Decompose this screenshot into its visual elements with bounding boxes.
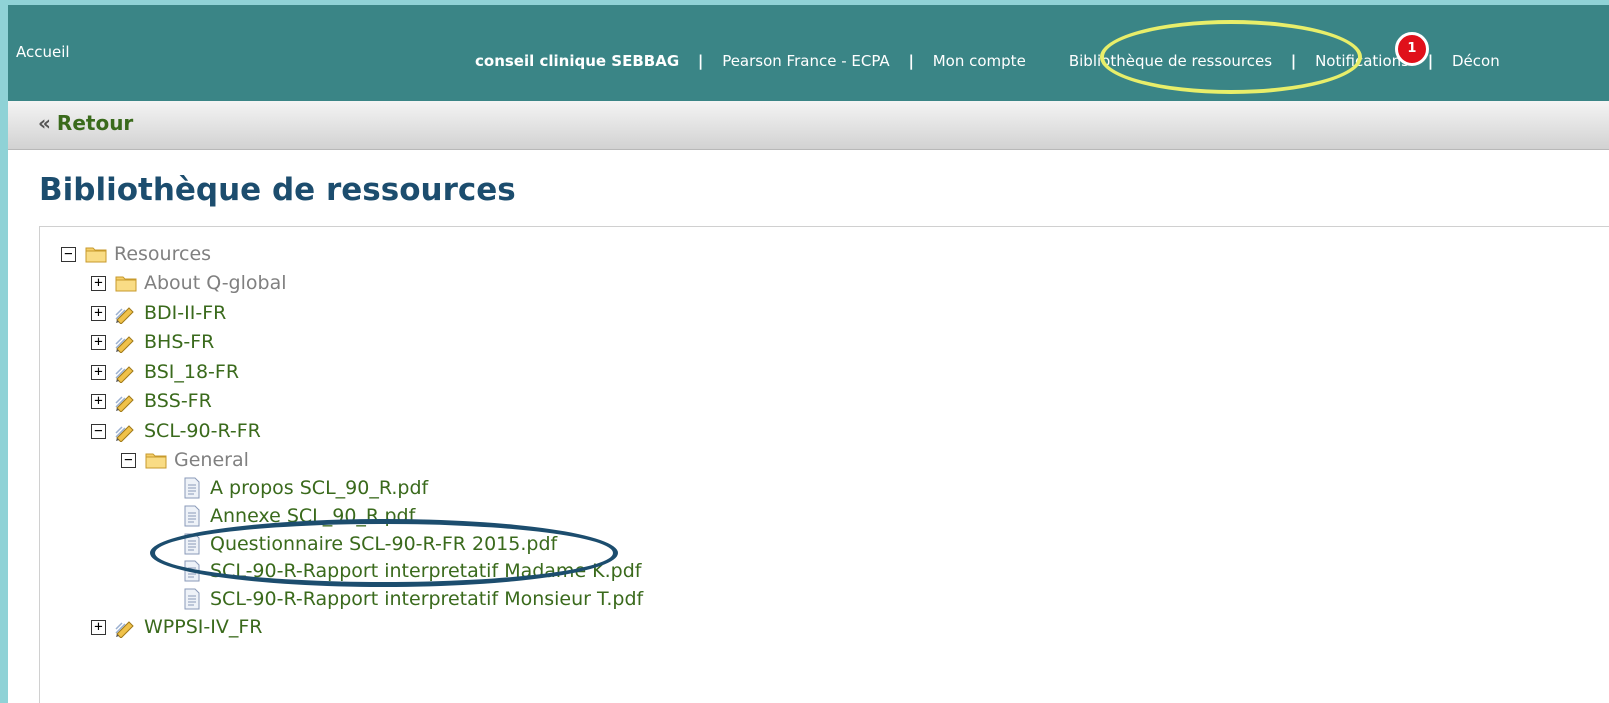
tree-node-resources[interactable]: − Resources <box>61 241 211 267</box>
pencil-icon <box>115 425 134 442</box>
pencil-icon <box>115 395 134 412</box>
expand-toggle[interactable]: + <box>91 619 106 635</box>
resource-tree-panel <box>39 226 1609 703</box>
tree-label: BSS-FR <box>144 390 212 412</box>
tree-file[interactable]: Annexe SCL_90_R.pdf <box>180 503 415 529</box>
tree-label: WPPSI-IV_FR <box>144 616 263 638</box>
resource-library-link[interactable]: Bibliothèque de ressources <box>1069 52 1272 70</box>
page-title: Bibliothèque de ressources <box>39 172 516 208</box>
nav-separator: | <box>908 52 914 70</box>
tree-label: Resources <box>114 243 212 265</box>
back-chevron-icon: « <box>38 111 51 135</box>
tree-node-bhs[interactable]: + BHS-FR <box>91 329 214 355</box>
user-name: conseil clinique SEBBAG <box>475 52 680 70</box>
nav-separator: | <box>697 52 704 70</box>
tree-label: SCL-90-R-FR <box>144 420 261 442</box>
tree-node-bdi[interactable]: + BDI-II-FR <box>91 300 226 326</box>
back-link[interactable]: «Retour <box>38 111 133 135</box>
pencil-icon <box>115 621 134 638</box>
expand-toggle[interactable]: + <box>91 393 106 409</box>
notifications-label: Notifications <box>1315 52 1409 70</box>
document-icon <box>184 477 200 499</box>
collapse-toggle[interactable]: − <box>121 452 136 468</box>
tree-node-about[interactable]: + About Q-global <box>91 270 287 296</box>
tree-file[interactable]: SCL-90-R-Rapport interpretatif Madame K.… <box>180 558 641 584</box>
header-links: conseil clinique SEBBAG | Pearson France… <box>475 32 1500 70</box>
tree-node-bss[interactable]: + BSS-FR <box>91 388 212 414</box>
document-icon <box>184 560 200 582</box>
nav-separator: | <box>1427 52 1434 70</box>
my-account-link[interactable]: Mon compte <box>933 52 1026 70</box>
tree-label: SCL-90-R-Rapport interpretatif Madame K.… <box>210 560 642 582</box>
document-icon <box>184 533 200 555</box>
tree-node-scl90[interactable]: − SCL-90-R-FR <box>91 418 261 444</box>
pencil-icon <box>115 336 134 353</box>
home-link[interactable]: Accueil <box>16 43 70 61</box>
notifications-link[interactable]: Notifications 1 <box>1315 32 1429 70</box>
logout-link[interactable]: Décon <box>1452 52 1500 70</box>
notification-count-badge: 1 <box>1394 32 1429 66</box>
tree-label: Annexe SCL_90_R.pdf <box>210 505 416 527</box>
tree-label: BDI-II-FR <box>144 302 227 324</box>
expand-toggle[interactable]: + <box>91 334 106 350</box>
tree-node-general[interactable]: − General <box>121 447 249 473</box>
tree-file[interactable]: SCL-90-R-Rapport interpretatif Monsieur … <box>180 586 643 612</box>
collapse-toggle[interactable]: − <box>91 423 106 439</box>
tree-node-bsi[interactable]: + BSI_18-FR <box>91 359 239 385</box>
expand-toggle[interactable]: + <box>91 364 106 380</box>
org-link[interactable]: Pearson France - ECPA <box>722 52 890 70</box>
nav-separator: | <box>1290 52 1297 70</box>
expand-toggle[interactable]: + <box>91 305 106 321</box>
pencil-icon <box>115 307 134 324</box>
expand-toggle[interactable]: + <box>91 275 106 291</box>
top-navigation-bar: Accueil conseil clinique SEBBAG | Pearso… <box>8 5 1609 101</box>
document-icon <box>184 505 200 527</box>
tree-label: A propos SCL_90_R.pdf <box>210 477 429 499</box>
folder-icon <box>85 247 107 263</box>
tree-label: BHS-FR <box>144 331 215 353</box>
pencil-icon <box>115 366 134 383</box>
tree-label: Questionnaire SCL-90-R-FR 2015.pdf <box>210 533 558 555</box>
document-icon <box>184 588 200 610</box>
tree-file[interactable]: A propos SCL_90_R.pdf <box>180 475 428 501</box>
back-bar: «Retour <box>8 101 1609 150</box>
tree-label: General <box>174 449 249 471</box>
tree-node-wppsi[interactable]: + WPPSI-IV_FR <box>91 614 262 640</box>
tree-label: About Q-global <box>144 272 287 294</box>
folder-icon <box>145 453 167 469</box>
tree-label: BSI_18-FR <box>144 361 240 383</box>
folder-icon <box>115 276 137 292</box>
tree-file[interactable]: Questionnaire SCL-90-R-FR 2015.pdf <box>180 531 557 557</box>
back-label: Retour <box>56 111 134 135</box>
collapse-toggle[interactable]: − <box>61 246 76 262</box>
tree-label: SCL-90-R-Rapport interpretatif Monsieur … <box>210 588 644 610</box>
